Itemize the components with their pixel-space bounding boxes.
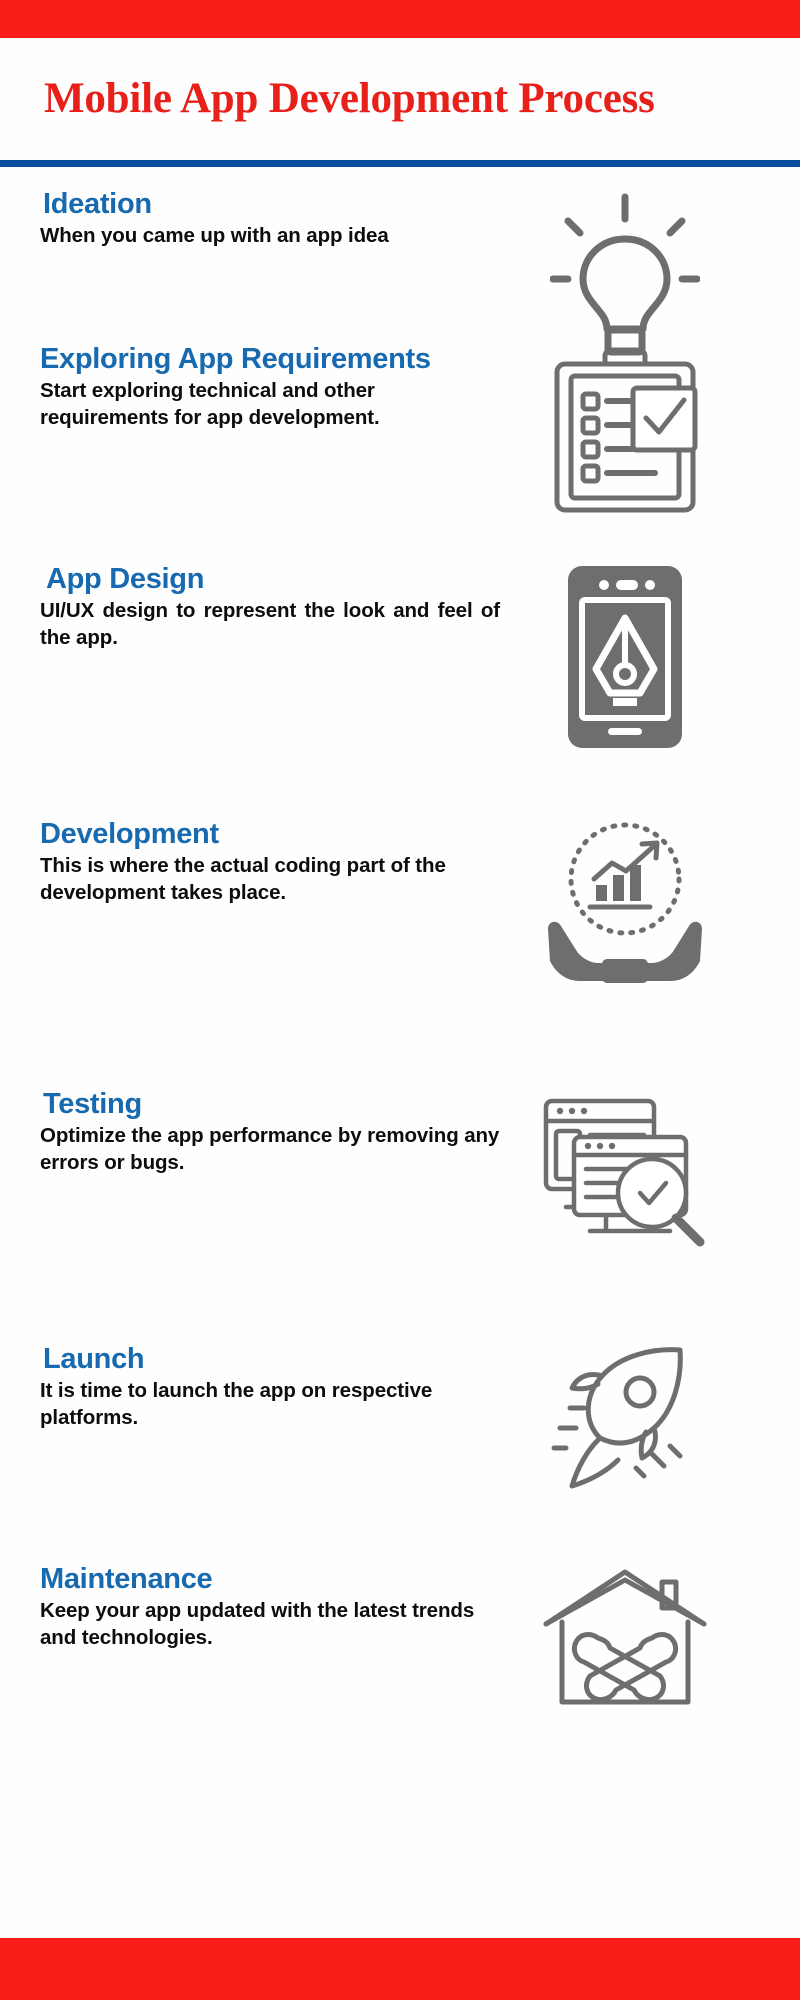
step-item-testing: Testing Optimize the app performance by … [0, 1087, 800, 1252]
step-text-block: Ideation When you came up with an app id… [0, 187, 500, 249]
step-text-block: Development This is where the actual cod… [0, 817, 500, 907]
page-title: Mobile App Development Process [44, 75, 655, 123]
step-text-block: Maintenance Keep your app updated with t… [0, 1562, 500, 1652]
step-heading: Development [40, 818, 219, 850]
blue-divider [0, 160, 800, 167]
step-description: It is time to launch the app on respecti… [40, 1379, 433, 1430]
step-heading: Launch [43, 1343, 145, 1375]
step-description: When you came up with an app idea [40, 224, 389, 248]
step-text-block: App Design UI/UX design to represent the… [0, 562, 500, 652]
step-item-launch: Launch It is time to launch the app on r… [0, 1342, 800, 1497]
step-item-app-design: App Design UI/UX design to represent the… [0, 562, 800, 752]
step-heading: Maintenance [40, 1563, 213, 1595]
step-description: This is where the actual coding part of … [40, 854, 446, 905]
step-heading: Exploring App Requirements [40, 343, 431, 375]
phone-pen-nib-icon [500, 562, 750, 752]
step-text-block: Testing Optimize the app performance by … [0, 1087, 500, 1177]
clipboard-checklist-icon [500, 342, 750, 522]
step-heading: App Design [46, 563, 205, 595]
step-description: UI/UX design to represent the look and f… [40, 599, 500, 650]
top-red-bar [0, 0, 800, 38]
infographic-page: Mobile App Development Process Ideation … [0, 0, 800, 2000]
monitor-magnifier-icon [500, 1087, 750, 1252]
title-zone: Mobile App Development Process [0, 38, 800, 160]
step-text-block: Exploring App Requirements Start explori… [0, 342, 500, 432]
step-item-maintenance: Maintenance Keep your app updated with t… [0, 1562, 800, 1712]
step-heading: Testing [43, 1088, 142, 1120]
growth-chart-hands-icon [500, 817, 750, 987]
step-description: Optimize the app performance by removing… [40, 1124, 500, 1175]
step-description: Start exploring technical and other requ… [40, 379, 380, 430]
step-description: Keep your app updated with the latest tr… [40, 1599, 475, 1650]
steps-list: Ideation When you came up with an app id… [0, 167, 800, 1938]
step-item-exploring-app-requirements: Exploring App Requirements Start explori… [0, 342, 800, 522]
bottom-red-bar [0, 1938, 800, 2000]
rocket-icon [500, 1342, 750, 1497]
step-heading: Ideation [43, 188, 152, 220]
step-item-development: Development This is where the actual cod… [0, 817, 800, 987]
step-item-ideation: Ideation When you came up with an app id… [0, 187, 800, 357]
step-text-block: Launch It is time to launch the app on r… [0, 1342, 500, 1432]
house-wrench-icon [500, 1562, 750, 1712]
lightbulb-icon [500, 187, 750, 357]
